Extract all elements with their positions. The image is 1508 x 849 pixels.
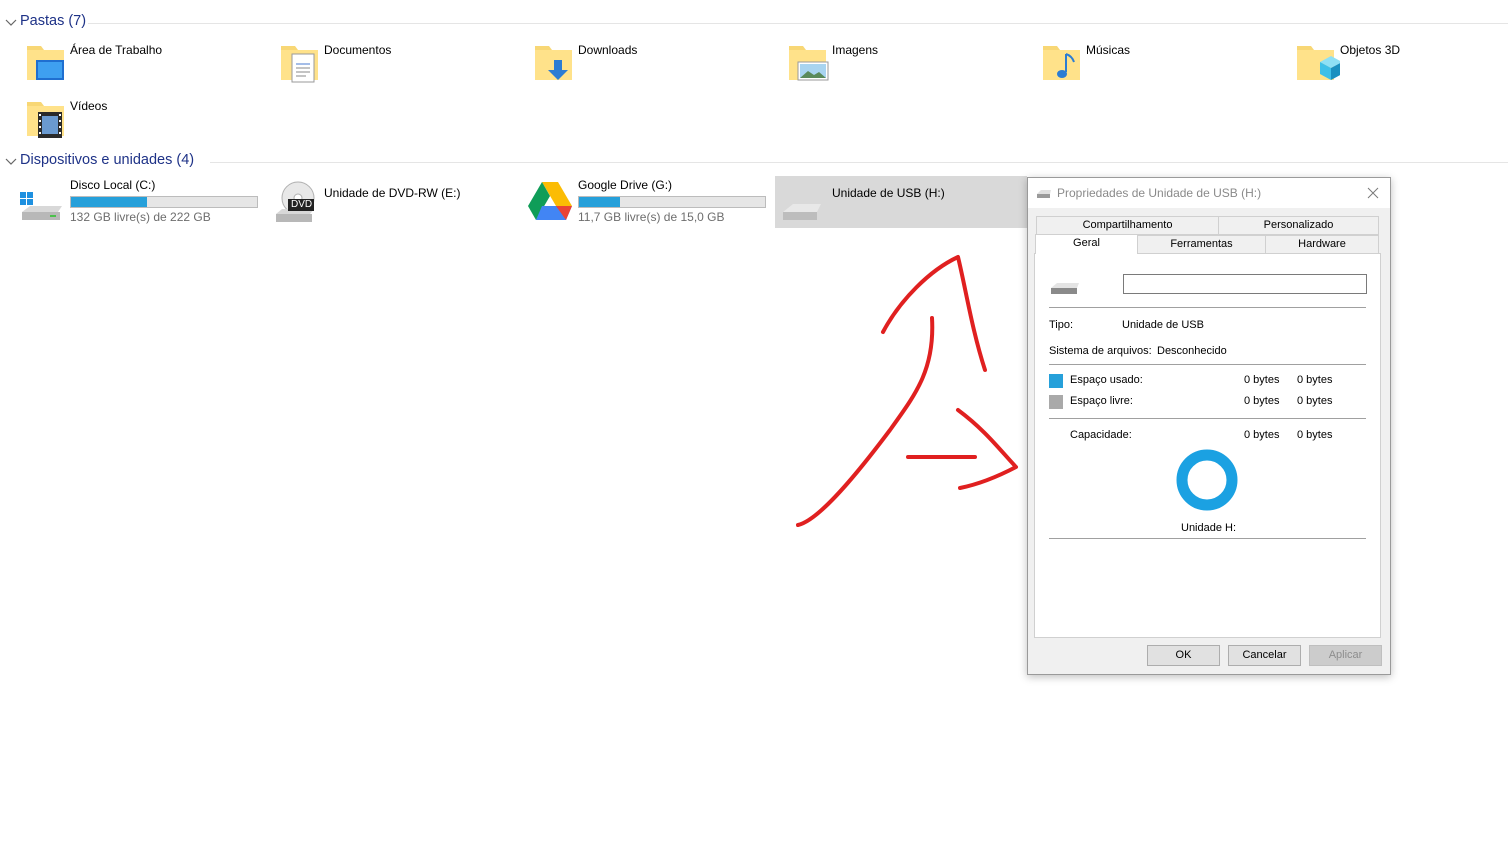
drive-h[interactable]: Unidade de USB (H:) [775, 176, 1027, 228]
drive-c[interactable]: Disco Local (C:) 132 GB livre(s) de 222 … [20, 178, 270, 230]
dvd-badge: DVD [291, 199, 313, 210]
folder-videos[interactable]: Vídeos [20, 96, 270, 148]
used-space-swatch [1049, 374, 1063, 388]
documents-folder-icon [281, 46, 318, 83]
folder-3d-objects[interactable]: Objetos 3D [1290, 40, 1508, 92]
drive-free-space: 132 GB livre(s) de 222 GB [70, 210, 211, 224]
desktop-folder-icon [27, 46, 64, 80]
drive-usage-fill [71, 197, 148, 207]
type-label: Tipo: [1049, 319, 1074, 331]
folders-section-title: Pastas (7) [20, 13, 87, 29]
folder-label: Downloads [578, 43, 638, 57]
drive-name-field[interactable] [1123, 274, 1367, 294]
free-space-bytes: 0 bytes [1244, 395, 1280, 407]
divider [1049, 307, 1366, 308]
videos-folder-icon [27, 102, 64, 138]
google-drive-icon [528, 182, 572, 220]
folder-label: Músicas [1086, 43, 1131, 57]
folder-desktop[interactable]: Área de Trabalho [20, 40, 270, 92]
free-space-label: Espaço livre: [1070, 395, 1133, 407]
tab-customize[interactable]: Personalizado [1218, 216, 1379, 235]
general-tab-panel: Tipo: Unidade de USB Sistema de arquivos… [1034, 253, 1381, 638]
capacity-bytes: 0 bytes [1244, 429, 1280, 441]
drive-name: Disco Local (C:) [70, 178, 156, 192]
tab-general[interactable]: Geral [1035, 234, 1138, 254]
usb-drive-icon [783, 204, 821, 220]
folder-label: Imagens [832, 43, 879, 57]
dialog-titlebar[interactable]: Propriedades de Unidade de USB (H:) [1028, 178, 1390, 208]
3d-objects-folder-icon [1297, 46, 1340, 80]
filesystem-value: Desconhecido [1157, 345, 1227, 357]
usb-drive-icon [1051, 283, 1079, 294]
folder-music[interactable]: Músicas [1036, 40, 1286, 92]
divider [1049, 538, 1366, 539]
used-space-label: Espaço usado: [1070, 374, 1143, 386]
folder-documents[interactable]: Documentos [274, 40, 524, 92]
used-space-bytes: 0 bytes [1244, 374, 1280, 386]
dialog-title: Propriedades de Unidade de USB (H:) [1057, 186, 1262, 200]
apply-button[interactable]: Aplicar [1309, 645, 1382, 666]
divider [1049, 364, 1366, 365]
chevron-down-icon[interactable] [5, 16, 17, 28]
usb-drive-icon [1037, 190, 1051, 198]
folder-pictures[interactable]: Imagens [782, 40, 1032, 92]
drive-name: Unidade de DVD-RW (E:) [324, 186, 461, 200]
capacity-size: 0 bytes [1297, 429, 1333, 441]
cancel-button[interactable]: Cancelar [1228, 645, 1301, 666]
drive-g[interactable]: Google Drive (G:) 11,7 GB livre(s) de 15… [528, 178, 778, 230]
drive-name: Unidade de USB (H:) [832, 186, 945, 200]
drive-caption: Unidade H: [1181, 522, 1237, 534]
tab-hardware[interactable]: Hardware [1265, 235, 1379, 254]
divider [1049, 418, 1366, 419]
music-folder-icon [1043, 46, 1080, 80]
drive-usage-fill [579, 197, 620, 207]
type-value: Unidade de USB [1122, 319, 1204, 331]
folder-label: Documentos [324, 43, 392, 57]
section-divider [88, 23, 1508, 24]
drive-usage-bar [578, 196, 766, 208]
devices-section-title: Dispositivos e unidades (4) [20, 152, 195, 168]
free-space-size: 0 bytes [1297, 395, 1333, 407]
close-icon[interactable] [1362, 182, 1384, 204]
capacity-donut-chart [1176, 449, 1238, 511]
properties-dialog[interactable]: Propriedades de Unidade de USB (H:) Comp… [1027, 177, 1391, 675]
free-space-swatch [1049, 395, 1063, 409]
pictures-folder-icon [789, 46, 829, 81]
downloads-folder-icon [535, 46, 572, 80]
filesystem-label: Sistema de arquivos: [1049, 345, 1152, 357]
capacity-label: Capacidade: [1070, 429, 1132, 441]
drive-name: Google Drive (G:) [578, 178, 673, 192]
folder-label: Área de Trabalho [70, 43, 163, 57]
folder-label: Objetos 3D [1340, 43, 1401, 57]
folder-downloads[interactable]: Downloads [528, 40, 778, 92]
used-space-size: 0 bytes [1297, 374, 1333, 386]
folder-label: Vídeos [70, 99, 108, 113]
windows-drive-icon [20, 192, 62, 220]
tab-sharing[interactable]: Compartilhamento [1036, 216, 1219, 235]
devices-section-header[interactable]: Dispositivos e unidades (4) [0, 152, 1508, 174]
drive-e[interactable]: DVD Unidade de DVD-RW (E:) [274, 178, 524, 230]
section-divider [210, 162, 1508, 163]
tab-tools[interactable]: Ferramentas [1137, 235, 1266, 254]
ok-button[interactable]: OK [1147, 645, 1220, 666]
drive-usage-bar [70, 196, 258, 208]
drive-free-space: 11,7 GB livre(s) de 15,0 GB [578, 210, 725, 224]
folders-section-header[interactable]: Pastas (7) [0, 13, 1508, 35]
chevron-down-icon[interactable] [5, 155, 17, 167]
